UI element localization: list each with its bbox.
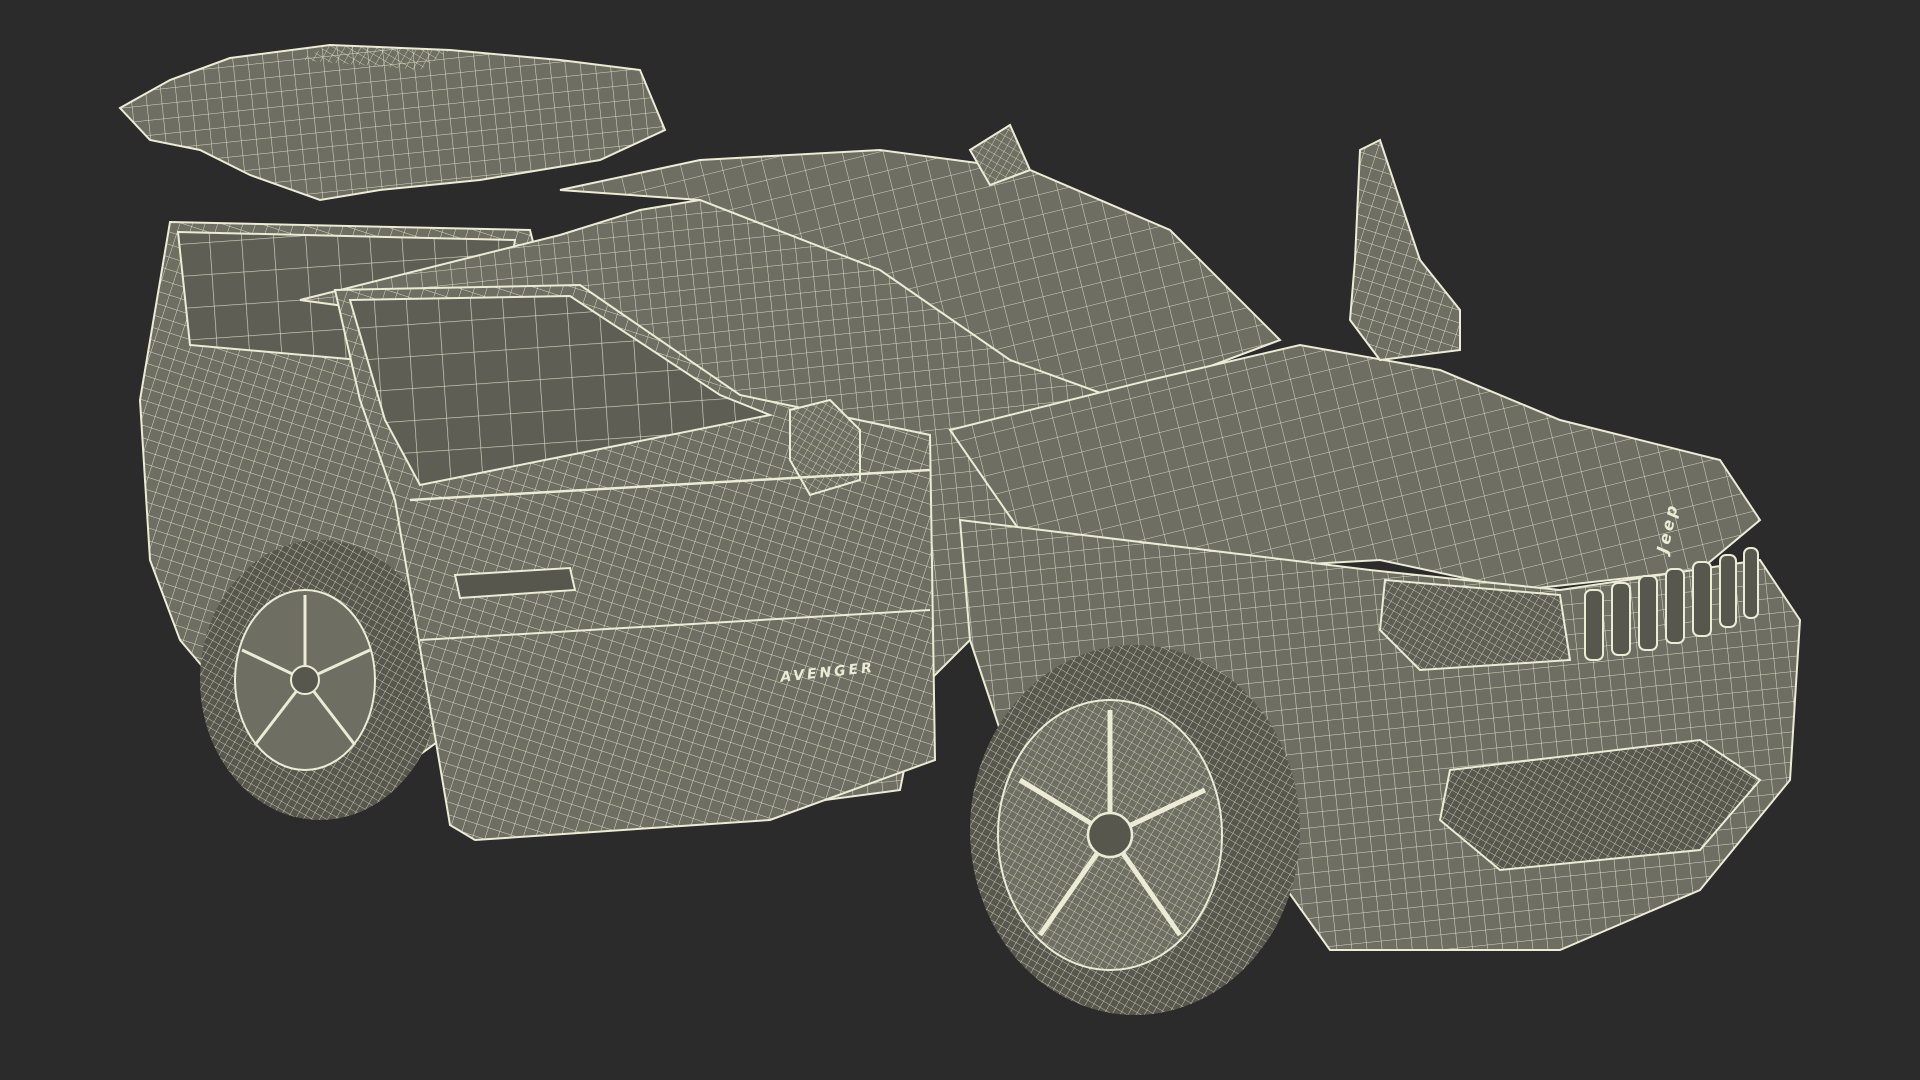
rear-wheel xyxy=(200,540,440,820)
front-wheel xyxy=(970,645,1300,1015)
wireframe-car-render: AVENGER Jeep xyxy=(118,43,1802,1015)
open-tailgate xyxy=(118,43,667,202)
render-viewport: AVENGER Jeep xyxy=(0,0,1920,1080)
side-mirror xyxy=(1348,138,1461,362)
